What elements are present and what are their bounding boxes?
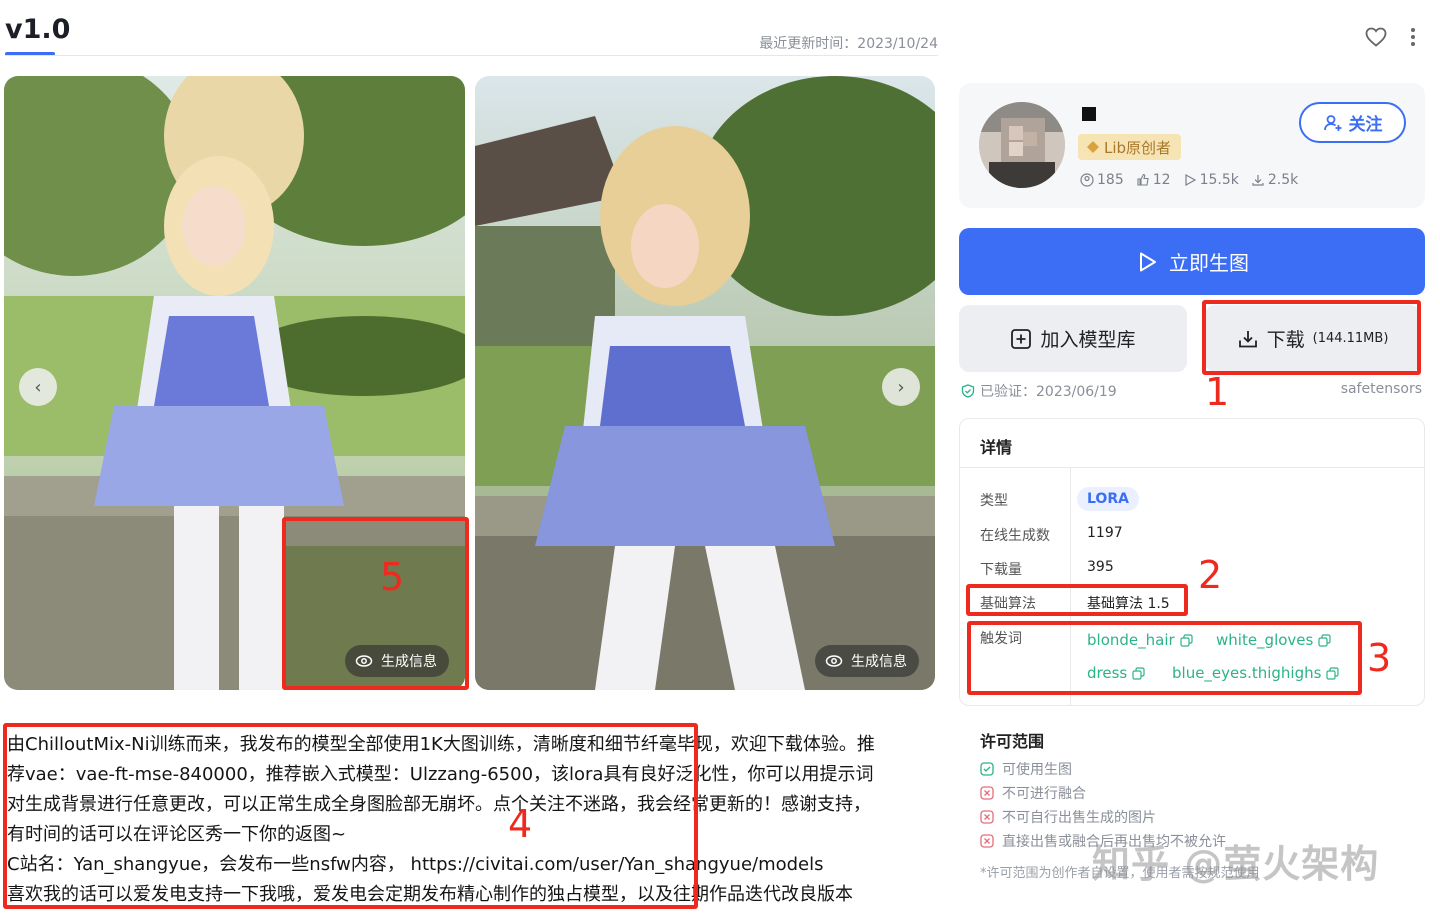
stat-likes: 12 [1136, 172, 1171, 188]
follow-label: 关注 [1348, 115, 1383, 135]
shield-check-icon [961, 384, 975, 398]
updated-time: 最近更新时间：2023/10/24 [759, 36, 938, 52]
generation-info-button-2[interactable]: 生成信息 [815, 645, 919, 677]
annotation-number-2: 2 [1198, 553, 1223, 597]
user-circle-icon [1080, 173, 1094, 187]
detail-label-type: 类型 [980, 493, 1008, 509]
x-square-icon [980, 810, 994, 824]
detail-value-downloads: 395 [1087, 559, 1114, 575]
creator-badge-label: Lib原创者 [1104, 138, 1172, 157]
header-divider [5, 55, 938, 56]
annotation-box-base-model [966, 584, 1188, 616]
check-square-icon [980, 762, 994, 776]
annotation-box-generation-info [282, 517, 469, 690]
watermark: 知乎 @萤火架构 [1092, 842, 1380, 886]
license-item-text: 不可进行融合 [1002, 786, 1086, 802]
carousel-prev-button[interactable]: ‹ [19, 368, 57, 406]
stat-runs: 15.5k [1183, 172, 1239, 188]
stat-followers: 185 [1080, 172, 1124, 188]
add-user-icon [1323, 114, 1341, 131]
generate-now-button[interactable]: 立即生图 [959, 228, 1425, 295]
generation-info-label: 生成信息 [851, 654, 907, 670]
plus-square-icon [1011, 328, 1032, 349]
license-item-denied: 不可进行融合 [980, 783, 1086, 803]
preview-image-2[interactable] [475, 76, 935, 690]
annotation-number-3: 3 [1367, 636, 1392, 680]
author-avatar[interactable] [979, 102, 1065, 188]
more-options-icon[interactable] [1403, 25, 1423, 49]
model-type-badge: LORA [1077, 487, 1139, 511]
license-item-text: 可使用生图 [1002, 762, 1072, 778]
add-to-library-button[interactable]: 加入模型库 [959, 305, 1187, 372]
detail-label-online-generations: 在线生成数 [980, 528, 1050, 544]
add-to-library-label: 加入模型库 [1040, 329, 1136, 351]
annotation-box-download [1202, 300, 1421, 375]
annotation-box-description [3, 723, 698, 909]
detail-label-downloads: 下载量 [980, 562, 1022, 578]
diamond-icon [1087, 141, 1099, 153]
author-stats: 185 12 15.5k 2.5k [1080, 172, 1298, 188]
version-tab[interactable]: v1.0 [5, 14, 70, 45]
chevron-left-icon: ‹ [34, 376, 42, 398]
generate-now-label: 立即生图 [1169, 251, 1249, 275]
creator-badge: Lib原创者 [1078, 134, 1182, 160]
verified-date: 已验证：2023/06/19 [980, 384, 1117, 400]
stat-downloads: 2.5k [1251, 172, 1298, 188]
favorite-heart-icon[interactable] [1364, 25, 1388, 49]
author-name-redacted[interactable] [1082, 107, 1096, 121]
license-item-denied: 不可自行出售生成的图片 [980, 807, 1156, 827]
stat-likes-value: 12 [1152, 172, 1171, 188]
annotation-number-4: 4 [508, 802, 533, 846]
follow-button[interactable]: 关注 [1299, 102, 1406, 143]
file-format: safetensors [1340, 381, 1422, 397]
x-square-icon [980, 834, 994, 848]
chevron-right-icon: › [897, 376, 905, 398]
play-icon [1140, 252, 1156, 271]
download-icon [1252, 175, 1264, 186]
eye-icon [825, 655, 843, 667]
details-divider [960, 467, 1424, 468]
thumb-up-icon [1137, 173, 1149, 186]
stat-downloads-value: 2.5k [1267, 172, 1299, 188]
license-item-text: 不可自行出售生成的图片 [1002, 810, 1156, 826]
carousel-next-button[interactable]: › [882, 368, 920, 406]
verified-status: 已验证：2023/06/19 [961, 381, 1117, 401]
details-title: 详情 [980, 438, 1013, 457]
license-title: 许可范围 [980, 732, 1045, 751]
annotation-box-trigger-words [967, 621, 1362, 695]
play-icon [1184, 173, 1196, 187]
x-square-icon [980, 786, 994, 800]
license-item-allowed: 可使用生图 [980, 759, 1072, 779]
detail-value-online-generations: 1197 [1087, 525, 1123, 541]
stat-runs-value: 15.5k [1199, 172, 1239, 188]
stat-followers-value: 185 [1097, 172, 1124, 188]
annotation-number-5: 5 [380, 555, 405, 599]
annotation-number-1: 1 [1205, 370, 1230, 414]
